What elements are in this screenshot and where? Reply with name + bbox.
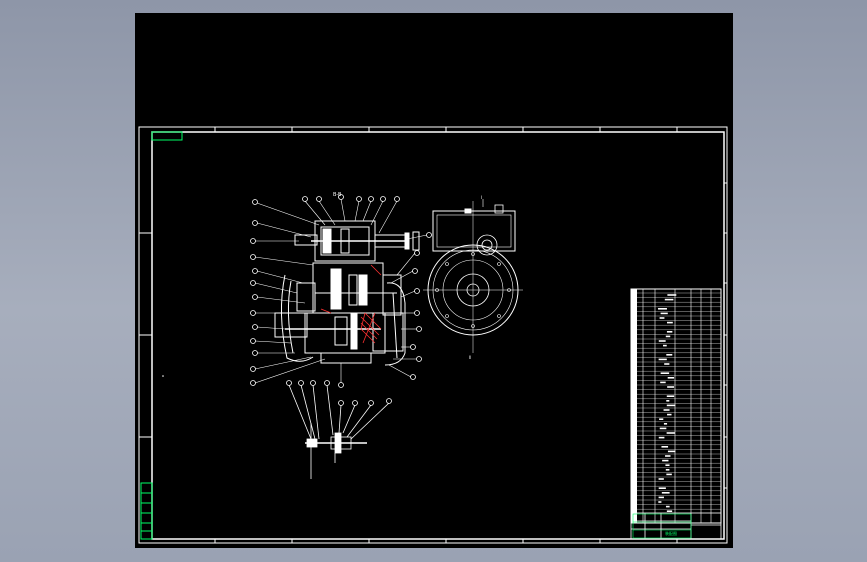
parts-list-text-mark: [667, 432, 675, 434]
parts-list-table: [631, 289, 721, 523]
parts-list-text-mark: [667, 322, 673, 324]
parts-list-text-mark: [667, 294, 676, 296]
parts-list-text-mark: [666, 354, 672, 356]
parts-list-text-mark: [662, 460, 668, 462]
parts-list-text-mark: [665, 464, 669, 466]
shaft-detail-view: [287, 381, 392, 480]
title-block: 装配图: [631, 513, 721, 539]
parts-list-text-mark: [659, 437, 665, 439]
parts-list-text-mark: [665, 299, 674, 301]
parts-list-text-mark: [666, 469, 670, 471]
parts-list-text-mark: [659, 340, 666, 342]
parts-list-text-mark: [658, 308, 667, 310]
drawing-sheet-frame: [139, 127, 727, 543]
parts-list-text-mark: [668, 451, 675, 453]
insertion-marker: [162, 375, 164, 377]
parts-list-text-mark: [667, 510, 672, 512]
parts-list-text-mark: [659, 359, 667, 361]
parts-list-text-mark: [667, 395, 674, 397]
parts-list-text-mark: [659, 418, 663, 420]
title-block-code: 装配图: [665, 530, 677, 536]
main-sectional-view: B-B: [251, 192, 432, 388]
side-view-top-label: I: [481, 195, 482, 200]
parts-list-text-mark: [658, 501, 661, 503]
parts-list-text-mark: [666, 400, 669, 402]
side-view: I II: [423, 195, 523, 360]
parts-list-text-mark: [661, 446, 668, 448]
parts-list-text-mark: [659, 478, 664, 480]
parts-list-text-mark: [661, 372, 669, 374]
parts-list-text-mark: [665, 455, 670, 457]
parts-list-text-mark: [667, 405, 676, 407]
parts-list-text-mark: [660, 382, 665, 384]
parts-list-text-mark: [668, 377, 674, 379]
cad-viewport[interactable]: B-B I II 装配图: [135, 13, 733, 548]
main-view-top-label: B-B: [333, 192, 342, 198]
side-view-bottom-label: II: [469, 355, 471, 360]
parts-list-text-mark: [659, 487, 666, 489]
parts-list-text-mark: [664, 423, 667, 425]
parts-list-text-mark: [660, 317, 665, 319]
parts-list-text-mark: [664, 363, 669, 365]
parts-list-text-mark: [667, 331, 672, 333]
parts-list-text-mark: [660, 428, 667, 430]
parts-list-text-mark: [664, 409, 670, 411]
margin-revision-strip: [141, 483, 152, 539]
parts-list-text-mark: [659, 497, 664, 499]
parts-list-text-mark: [667, 386, 674, 388]
sheet-code-box: [152, 132, 182, 140]
parts-list-text-mark: [666, 474, 671, 476]
parts-list-text-mark: [666, 336, 670, 338]
parts-list-text-mark: [667, 414, 671, 416]
parts-list-text-mark: [662, 492, 670, 494]
sheet-border-ticks: [139, 127, 727, 543]
drawing-canvas: B-B I II 装配图: [135, 13, 733, 548]
parts-list-text-mark: [663, 345, 667, 347]
parts-list-text-mark: [666, 506, 670, 508]
parts-list-text-mark: [661, 313, 668, 315]
